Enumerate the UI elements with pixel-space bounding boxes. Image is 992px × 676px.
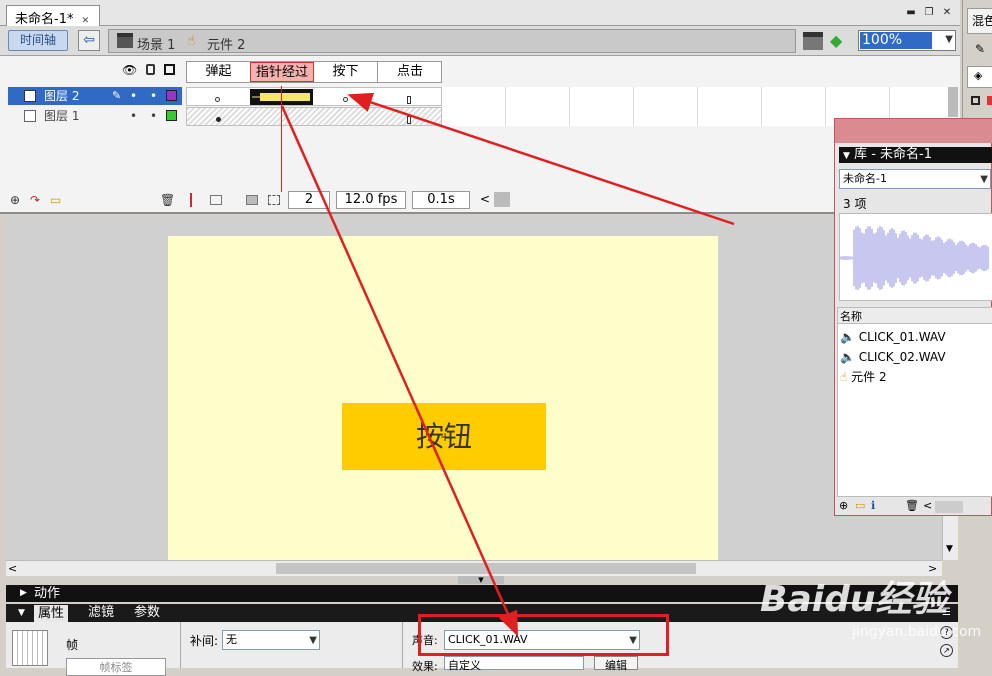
- arrow-frame-to-sound: [280, 105, 519, 637]
- watermark-logo: Baidu经验: [760, 579, 948, 620]
- arrow-library-to-frame: [347, 92, 735, 226]
- watermark-url: jingyan.baidu.com: [852, 624, 982, 640]
- annotation-arrows: [280, 92, 735, 637]
